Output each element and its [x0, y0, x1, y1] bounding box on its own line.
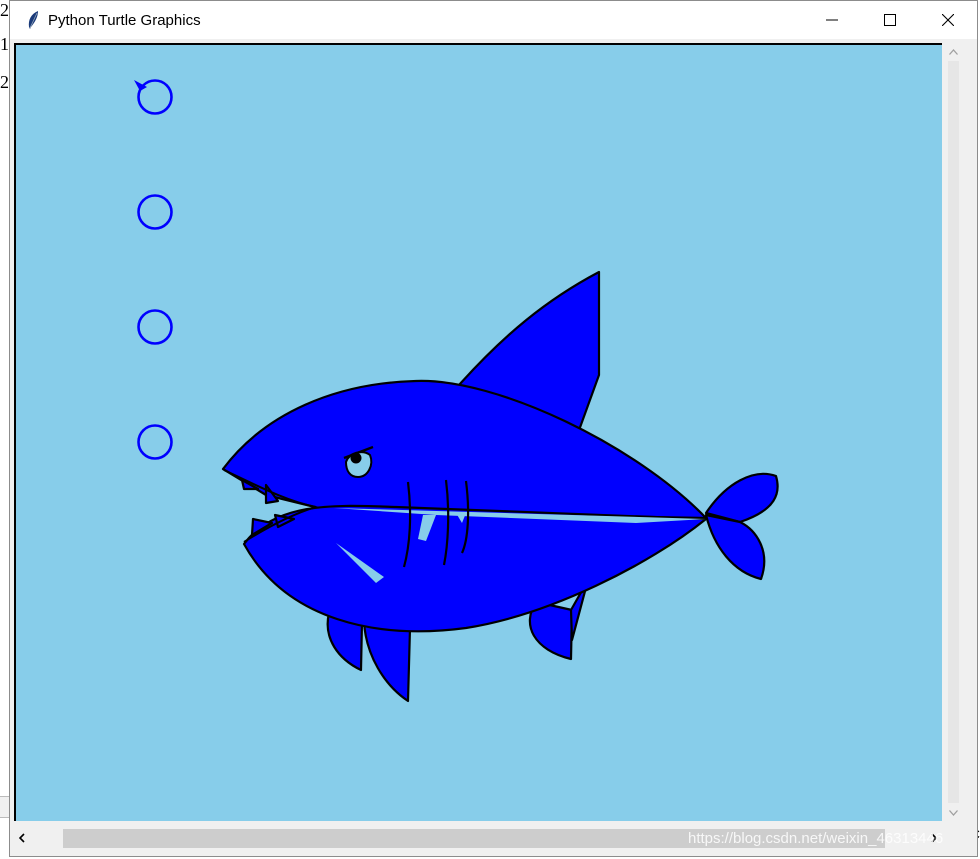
minimize-button[interactable] — [803, 1, 861, 39]
turtle-window: Python Turtle Graphics — [9, 0, 978, 857]
bubble — [137, 424, 173, 460]
minimize-icon — [826, 19, 838, 21]
body-lower — [242, 504, 708, 633]
bubble — [137, 194, 173, 230]
chevron-up-icon — [949, 48, 958, 55]
bubbles — [137, 79, 173, 460]
chevron-left-icon — [19, 833, 25, 843]
pectoral-fin-right — [362, 620, 412, 703]
tail-lower — [704, 513, 766, 581]
background-text-3: 2 — [0, 72, 9, 92]
turtle-canvas[interactable] — [14, 43, 942, 821]
close-icon — [942, 14, 954, 26]
title-bar[interactable]: Python Turtle Graphics — [10, 1, 977, 39]
background-text-1: 2 — [0, 0, 9, 20]
background-text-2: 1 — [0, 34, 9, 54]
scroll-left-button[interactable] — [12, 825, 32, 851]
maximize-button[interactable] — [861, 1, 919, 39]
feather-icon — [22, 9, 44, 31]
window-title: Python Turtle Graphics — [48, 11, 201, 29]
body-upper — [221, 379, 708, 520]
tail-upper — [704, 472, 779, 524]
scroll-up-button[interactable] — [945, 43, 962, 60]
chevron-down-icon — [949, 809, 958, 816]
close-button[interactable] — [919, 1, 977, 39]
vertical-scrollbar[interactable] — [945, 43, 962, 821]
watermark-text: https://blog.csdn.net/weixin_46313446 — [688, 830, 944, 847]
scroll-down-button[interactable] — [945, 804, 962, 821]
vertical-scroll-track[interactable] — [948, 61, 959, 803]
maximize-icon — [884, 14, 896, 26]
shark-drawing — [134, 79, 779, 703]
bubble — [137, 309, 173, 345]
